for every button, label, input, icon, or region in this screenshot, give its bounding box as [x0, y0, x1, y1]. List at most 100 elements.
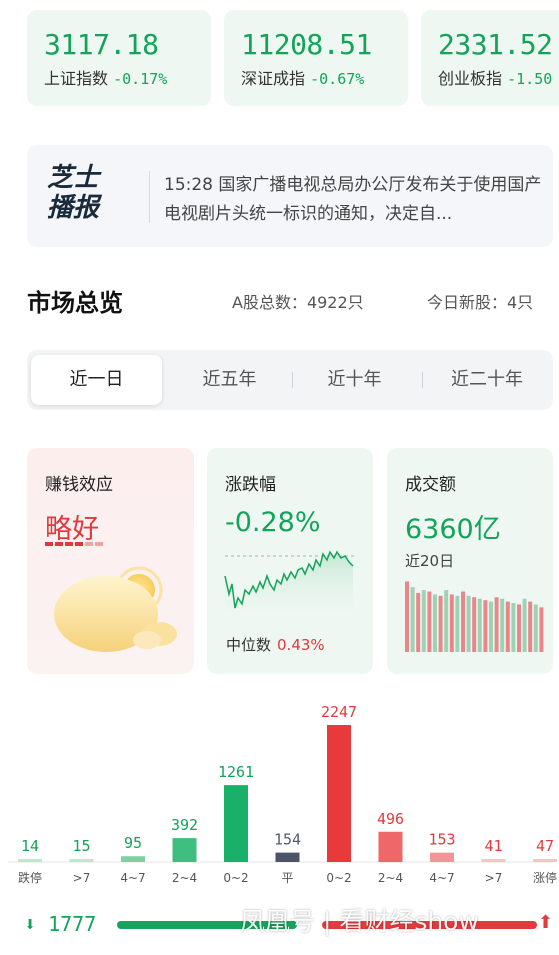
sentiment-value: 略好: [45, 514, 99, 545]
category-label: 4~7: [429, 871, 454, 885]
down-count: ⬇ 1777: [24, 912, 97, 936]
volume-bar: [438, 595, 443, 652]
volume-bar: [489, 601, 493, 652]
bar-value-label: 154: [274, 831, 301, 849]
distribution-bar[interactable]: [69, 859, 94, 862]
bar-value-label: 15: [72, 837, 90, 855]
volume-bar: [500, 598, 505, 652]
category-label: 涨停: [533, 870, 557, 885]
change-title: 涨跌幅: [225, 475, 276, 495]
tab-separator: [292, 372, 293, 388]
rise-fall-summary: ⬇ 1777 ⬆ 凤凰号 | 看财经show: [0, 900, 559, 955]
volume-bar: [494, 597, 499, 652]
distribution-bar[interactable]: [327, 725, 351, 862]
distribution-bar[interactable]: [172, 838, 197, 862]
category-label: 0~2: [326, 871, 351, 885]
index-cards-row: 3117.18 上证指数 -0.17% 11208.51 深证成指 -0.67%…: [0, 0, 559, 118]
volume-bar: [410, 587, 415, 652]
index-card-sz[interactable]: 11208.51 深证成指 -0.67%: [224, 10, 408, 106]
volume-bar: [539, 607, 544, 652]
sentiment-title: 赚钱效应: [45, 475, 113, 495]
news-banner[interactable]: 芝士 播报 15:28 国家广播电视总局办公厅发布关于使用国产电视剧片头统一标识…: [27, 145, 553, 247]
tab-separator: [422, 372, 423, 388]
volume-sub: 近20日: [405, 552, 455, 570]
index-value: 3117.18: [44, 28, 159, 61]
watermark: 凤凰号 | 看财经show: [240, 907, 479, 936]
index-change: -1.50: [507, 70, 553, 88]
bar-value-label: 47: [536, 837, 554, 855]
category-label: >7: [485, 871, 503, 885]
distribution-bar[interactable]: [18, 859, 42, 862]
bar-value-label: 2247: [321, 703, 357, 721]
period-tabs: 近一日 近五年 近十年 近二十年: [27, 350, 553, 410]
volume-bar: [517, 604, 521, 652]
distribution-bar[interactable]: [275, 852, 300, 862]
news-text: 15:28 国家广播电视总局办公厅发布关于使用国产电视剧片头统一标识的通知，决定…: [164, 175, 542, 224]
volume-bar: [483, 600, 488, 652]
volume-bar: [511, 603, 516, 652]
sentiment-card[interactable]: 赚钱效应 略好: [27, 448, 194, 674]
bar-value-label: 153: [428, 831, 455, 849]
index-label: 上证指数 -0.17%: [44, 65, 211, 89]
distribution-bar[interactable]: [224, 785, 248, 862]
bar-value-label: 14: [21, 837, 39, 855]
volume-bar: [421, 590, 426, 652]
sentiment-dashes: [45, 542, 103, 546]
volume-bar: [449, 594, 454, 652]
volume-bar: [533, 604, 538, 652]
category-label: 跌停: [18, 870, 42, 885]
volume-value: 6360亿: [405, 514, 501, 545]
index-value: 11208.51: [241, 28, 372, 61]
tab-1day[interactable]: 近一日: [31, 355, 162, 405]
tab-20year[interactable]: 近二十年: [427, 355, 547, 405]
category-label: 2~4: [378, 871, 403, 885]
bar-value-label: 95: [124, 834, 142, 852]
category-label: 平: [281, 871, 293, 885]
volume-bar: [433, 594, 437, 652]
distribution-bar[interactable]: [481, 859, 506, 862]
median-value: 0.43%: [277, 636, 325, 654]
logo-line1: 芝士: [47, 163, 100, 193]
index-name: 深证成指: [241, 69, 306, 88]
volume-title: 成交额: [405, 475, 456, 495]
distribution-bar[interactable]: [430, 852, 454, 862]
down-count-value: 1777: [48, 912, 97, 936]
median-label: 中位数: [226, 636, 272, 654]
index-label: 创业板指 -1.50: [438, 65, 559, 89]
up-arrow-icon: ⬆: [538, 912, 554, 933]
volume-card[interactable]: 成交额 6360亿 近20日: [387, 448, 553, 674]
bar-value-label: 392: [171, 816, 198, 834]
volume-bar: [461, 591, 465, 652]
category-label: 4~7: [120, 871, 145, 885]
bar-value-label: 41: [484, 837, 502, 855]
index-label: 深证成指 -0.67%: [241, 65, 408, 89]
volume-bar: [522, 598, 527, 652]
volume-bar: [416, 592, 421, 652]
category-label: >7: [73, 871, 91, 885]
volume-bar: [455, 595, 460, 652]
logo-line2: 播报: [47, 193, 100, 223]
intraday-line-chart: [224, 550, 355, 626]
index-name: 创业板指: [438, 69, 503, 88]
total-stocks: A股总数：4922只: [232, 293, 364, 312]
volume-bar: [505, 601, 510, 652]
volume-bar: [528, 601, 533, 652]
category-label: 0~2: [223, 871, 248, 885]
rise-fall-distribution-chart: 14 跌停 15 >7 95 4~7 392 2~4 1261 0~2 154 平 2247 0~2 496…: [8, 703, 557, 885]
new-stocks: 今日新股：4只: [427, 293, 534, 312]
index-card-sh[interactable]: 3117.18 上证指数 -0.17%: [27, 10, 211, 106]
distribution-bar[interactable]: [121, 856, 145, 862]
change-card[interactable]: 涨跌幅 -0.28% 中位数 0.43%: [207, 448, 373, 674]
volume-bar: [405, 581, 409, 652]
distribution-bar[interactable]: [533, 859, 557, 862]
index-change: -0.67%: [310, 70, 365, 88]
tab-5year[interactable]: 近五年: [172, 355, 287, 405]
index-card-cy[interactable]: 2331.52 创业板指 -1.50: [421, 10, 559, 106]
tab-10year[interactable]: 近十年: [297, 355, 412, 405]
bar-value-label: 1261: [218, 763, 254, 781]
index-name: 上证指数: [44, 69, 109, 88]
volume-bar: [472, 597, 477, 652]
news-logo: 芝士 播报: [47, 163, 117, 227]
index-value: 2331.52: [438, 28, 553, 61]
distribution-bar[interactable]: [378, 831, 403, 862]
